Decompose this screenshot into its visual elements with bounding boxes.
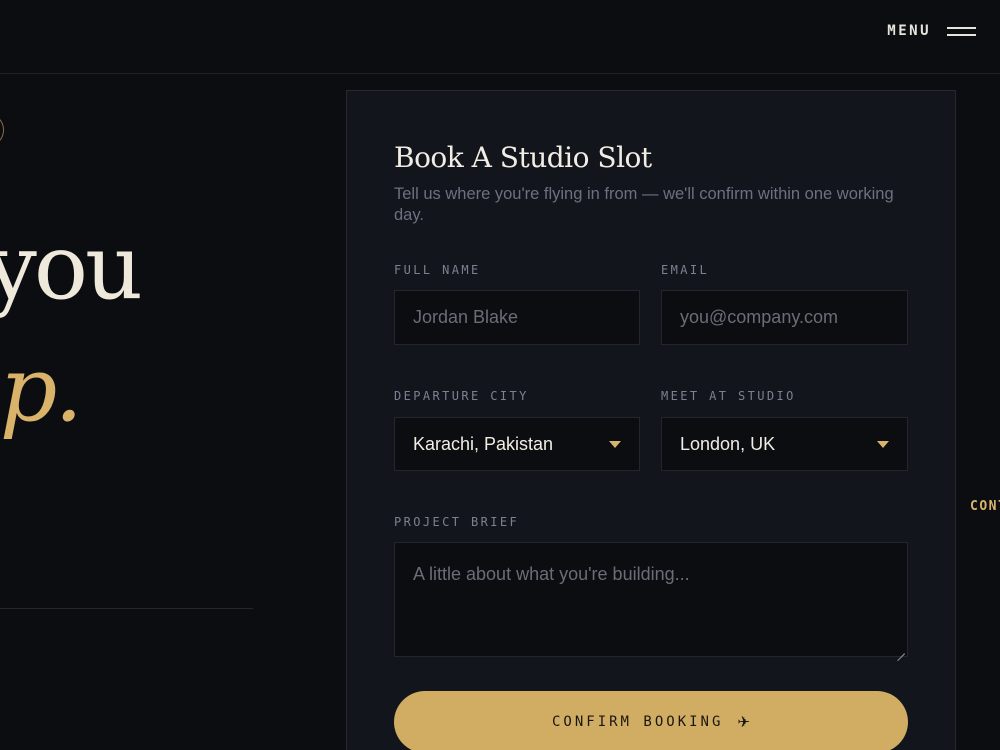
full-name-input[interactable]: [395, 291, 639, 344]
caret-down-icon: [609, 441, 621, 448]
departure-city-value: Karachi, Pakistan: [413, 433, 554, 454]
hero-heading-line-2: up.: [0, 337, 83, 442]
booking-title: Book A Studio Slot: [394, 141, 652, 174]
hero-ring-decoration: [0, 113, 4, 147]
hero-divider: [0, 608, 253, 609]
confirm-booking-button[interactable]: CONFIRM BOOKING ✈: [394, 691, 908, 750]
hero-heading-line-1: you: [0, 215, 143, 320]
departure-city-label: DEPARTURE CITY: [394, 389, 529, 403]
hamburger-icon: [947, 26, 976, 36]
meet-at-studio-value: London, UK: [680, 433, 776, 454]
meet-at-studio-label: MEET AT STUDIO: [661, 389, 796, 403]
booking-subtitle: Tell us where you're flying in from — we…: [394, 185, 894, 224]
resize-grip-icon[interactable]: [897, 646, 905, 654]
contact-link[interactable]: CONT: [970, 499, 1000, 514]
top-bar: MENU: [0, 0, 1000, 74]
project-brief-textarea[interactable]: [395, 543, 907, 656]
menu-label: MENU: [887, 23, 931, 39]
project-brief-field-box: [394, 542, 908, 657]
caret-down-icon: [877, 441, 889, 448]
email-label: EMAIL: [661, 263, 710, 277]
full-name-field-box: [394, 290, 640, 345]
plane-icon: ✈: [737, 713, 750, 731]
email-field-box: [661, 290, 908, 345]
page: MENU you up. CONT Book A Studio Slot Tel…: [0, 0, 1000, 750]
full-name-label: FULL NAME: [394, 263, 481, 277]
email-input[interactable]: [662, 291, 907, 344]
meet-at-studio-select[interactable]: London, UK: [661, 417, 908, 471]
project-brief-label: PROJECT BRIEF: [394, 515, 520, 529]
departure-city-select[interactable]: Karachi, Pakistan: [394, 417, 640, 471]
booking-card: Book A Studio Slot Tell us where you're …: [346, 90, 956, 750]
menu-button[interactable]: MENU: [887, 18, 976, 44]
confirm-booking-label: CONFIRM BOOKING: [551, 714, 724, 730]
